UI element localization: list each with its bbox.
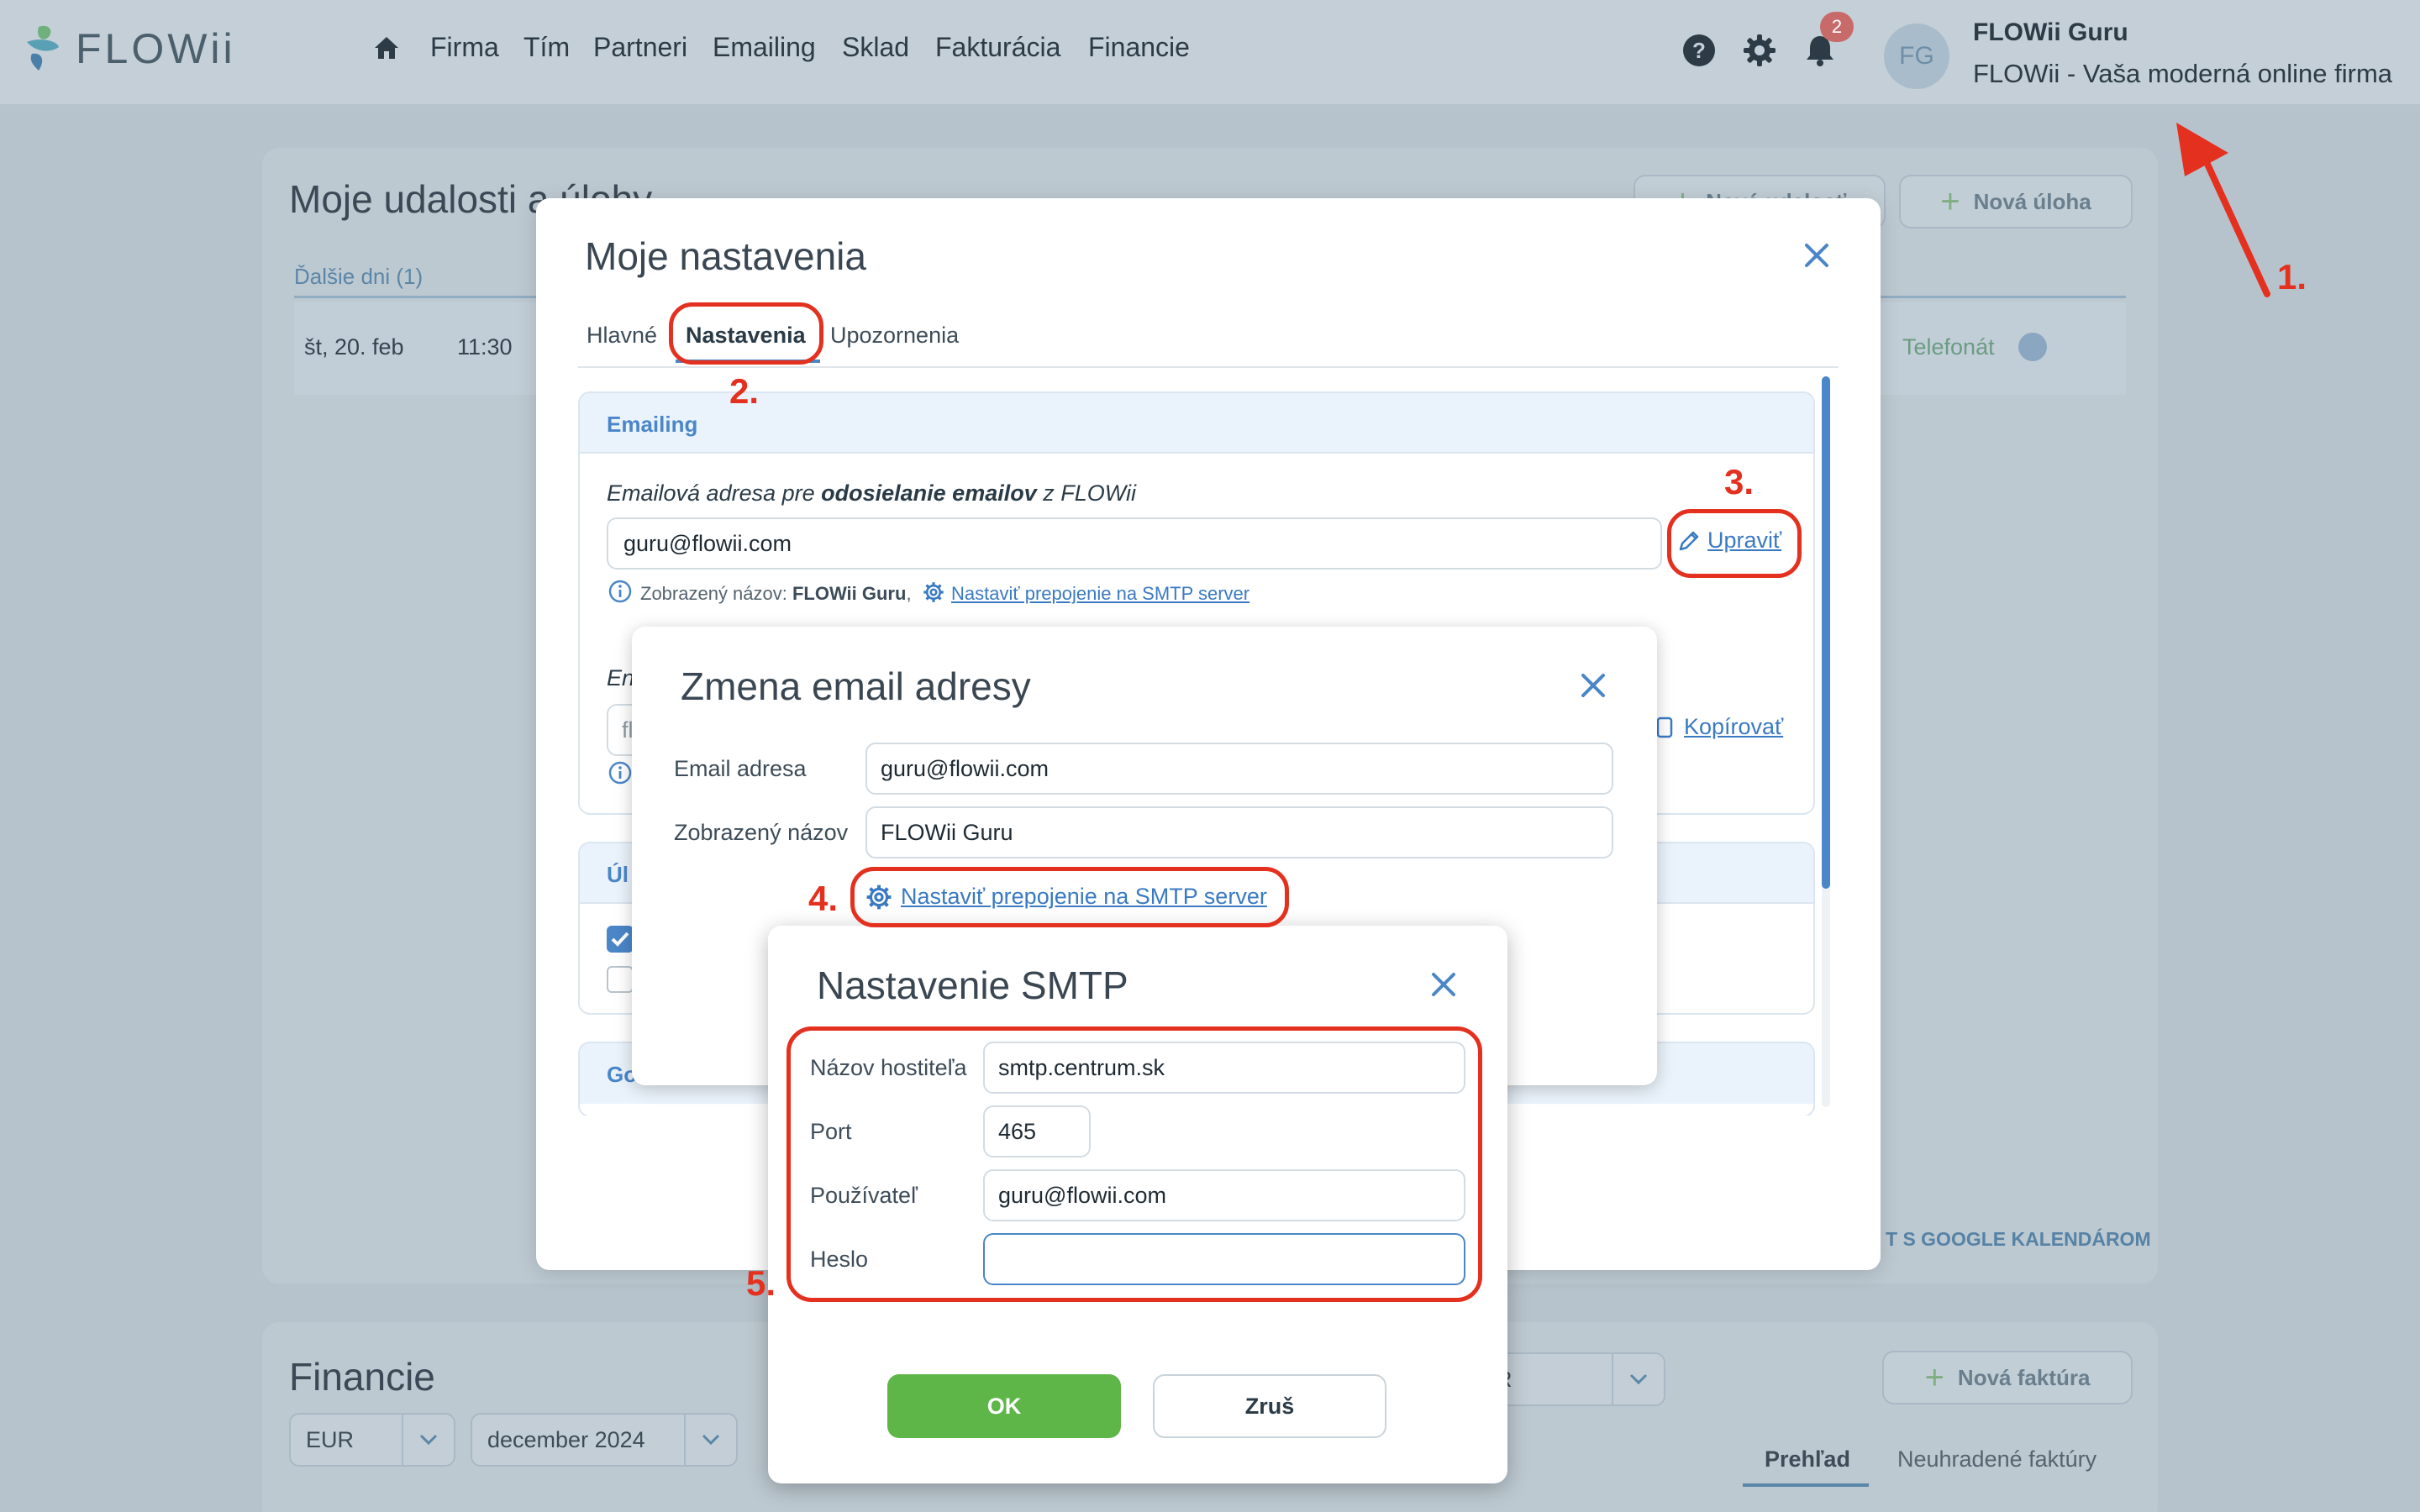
- close-icon[interactable]: [1430, 971, 1457, 998]
- step-number-3: 3.: [1724, 462, 1754, 501]
- step-number-2: 2.: [729, 371, 760, 411]
- annotation-arrow-icon: [2176, 123, 2270, 297]
- user-name[interactable]: FLOWii Guru: [1973, 18, 2128, 47]
- highlight-ring-smtp-link: [850, 867, 1289, 927]
- chevron-down-icon: [402, 1415, 454, 1465]
- svg-text:?: ?: [1692, 38, 1706, 63]
- google-calendar-sync-link[interactable]: T S GOOGLE KALENDÁROM: [1886, 1228, 2151, 1251]
- task-date: št, 20. feb: [304, 334, 404, 360]
- currency-select[interactable]: EUR: [289, 1413, 455, 1467]
- emailing-section-title: Emailing: [607, 412, 698, 437]
- scrollbar-thumb[interactable]: [1822, 376, 1830, 889]
- display-name-sep: ,: [906, 583, 912, 604]
- email-address-field[interactable]: guru@flowii.com: [865, 743, 1613, 795]
- nav-partneri[interactable]: Partneri: [593, 32, 687, 63]
- info-icon: [608, 761, 632, 785]
- copy-icon: [1656, 717, 1673, 738]
- sending-email-label-bold: odosielanie emailov: [821, 480, 1037, 506]
- tab-notifications[interactable]: Upozornenia: [830, 323, 959, 349]
- display-name-note: Zobrazený názov: FLOWii Guru,: [640, 583, 912, 605]
- highlight-ring-settings-tab: [669, 302, 823, 365]
- checkmark-icon: [611, 932, 629, 947]
- flowii-logo[interactable]: FLOWii: [24, 24, 236, 74]
- new-task-label: Nová úloha: [1973, 188, 2091, 214]
- tab-next-days[interactable]: Ďalšie dni (1): [294, 264, 423, 290]
- task-time: 11:30: [457, 334, 513, 360]
- chevron-down-icon: [684, 1415, 736, 1465]
- highlight-ring-smtp-fields: [786, 1026, 1482, 1302]
- display-name-prefix: Zobrazený názov:: [640, 583, 792, 604]
- emailing-section-header: [580, 393, 1813, 454]
- sending-email-label: Emailová adresa pre odosielanie emailov …: [607, 480, 1136, 507]
- display-name-label: Zobrazený názov: [674, 820, 849, 845]
- new-invoice-button[interactable]: + Nová faktúra: [1882, 1351, 2133, 1404]
- new-invoice-label: Nová faktúra: [1957, 1364, 2091, 1390]
- help-icon[interactable]: ?: [1682, 34, 1716, 67]
- flowii-logo-icon: [27, 25, 59, 71]
- nav-financie[interactable]: Financie: [1088, 32, 1190, 63]
- sending-email-label-pre: Emailová adresa pre: [607, 480, 822, 506]
- nav-fakturacia[interactable]: Fakturácia: [935, 32, 1060, 63]
- step-number-5: 5.: [746, 1263, 776, 1303]
- tab-main[interactable]: Hlavné: [587, 323, 657, 349]
- nav-sklad[interactable]: Sklad: [842, 32, 909, 63]
- receiving-email-label: En: [607, 665, 635, 690]
- currency-value: EUR: [306, 1426, 355, 1452]
- cancel-button[interactable]: Zruš: [1153, 1374, 1386, 1438]
- tab-underline: [1743, 1483, 1869, 1487]
- plus-icon: +: [1940, 183, 1960, 220]
- hourglass-icon: [2018, 333, 2047, 361]
- copy-link[interactable]: Kopírovať: [1655, 714, 1783, 740]
- task-type: Telefonát: [1902, 334, 1995, 360]
- smtp-modal-title: Nastavenie SMTP: [817, 963, 1128, 1007]
- tab-unpaid-invoices[interactable]: Neuhradené faktúry: [1897, 1446, 2096, 1473]
- tabs-divider: [578, 366, 1839, 368]
- copy-label: Kopírovať: [1684, 714, 1784, 739]
- nav-tim[interactable]: Tím: [523, 32, 570, 63]
- close-icon[interactable]: [1580, 672, 1607, 699]
- chevron-down-icon: [1612, 1354, 1664, 1404]
- info-icon: [608, 580, 632, 603]
- gear-icon: [923, 582, 944, 602]
- change-email-title: Zmena email adresy: [681, 664, 1031, 708]
- task-setting-checkbox-checked[interactable]: [607, 926, 634, 953]
- display-name-field[interactable]: FLOWii Guru: [865, 806, 1613, 858]
- plus-icon: +: [1924, 1359, 1944, 1396]
- company-name[interactable]: FLOWii - Vaša moderná online firma: [1973, 59, 2392, 89]
- smtp-settings-link[interactable]: Nastaviť prepojenie na SMTP server: [951, 583, 1249, 605]
- month-value: december 2024: [487, 1426, 645, 1452]
- highlight-ring-edit-link: [1667, 509, 1802, 578]
- sending-email-field[interactable]: guru@flowii.com: [607, 517, 1662, 570]
- notification-badge: 2: [1820, 12, 1854, 42]
- nav-emailing[interactable]: Emailing: [713, 32, 816, 63]
- month-select[interactable]: december 2024: [471, 1413, 738, 1467]
- ok-button[interactable]: OK: [887, 1374, 1121, 1438]
- task-setting-checkbox[interactable]: [607, 966, 634, 993]
- step-number-4: 4.: [808, 879, 839, 918]
- avatar[interactable]: FG: [1884, 24, 1949, 89]
- tasks-section-title: Úl: [607, 862, 629, 887]
- close-icon[interactable]: [1803, 242, 1830, 269]
- new-task-button[interactable]: + Nová úloha: [1899, 175, 2133, 228]
- sending-email-label-post: z FLOWii: [1036, 480, 1136, 506]
- logo-text: FLOWii: [76, 25, 236, 72]
- tab-overview[interactable]: Prehľad: [1765, 1446, 1850, 1473]
- settings-modal-title: Moje nastavenia: [585, 234, 866, 278]
- email-address-label: Email adresa: [674, 756, 807, 781]
- home-icon[interactable]: [373, 35, 400, 60]
- nav-firma[interactable]: Firma: [430, 32, 499, 63]
- gear-icon[interactable]: [1743, 34, 1776, 67]
- display-name-value: FLOWii Guru: [792, 583, 907, 604]
- finance-title: Financie: [289, 1355, 435, 1399]
